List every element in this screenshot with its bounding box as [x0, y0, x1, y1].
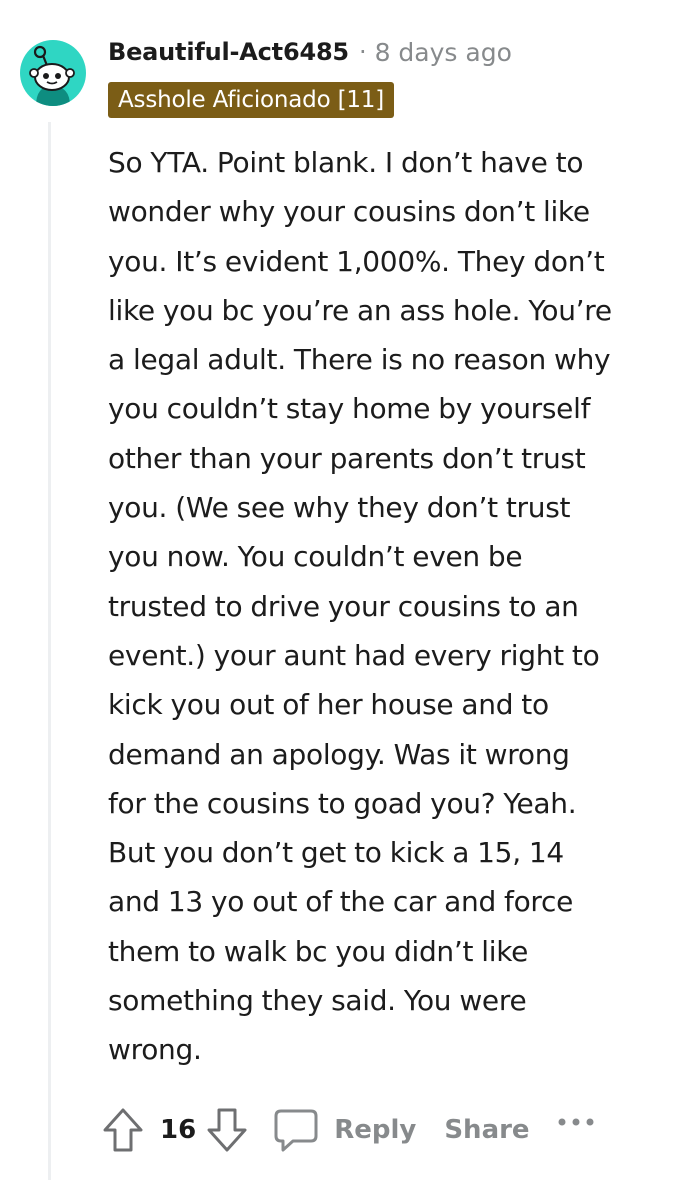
author-username[interactable]: Beautiful-Act6485 [108, 38, 349, 66]
comment-body-line: But you don’t get to kick a 15, 14 [108, 836, 564, 870]
comment-body-line: a legal adult. There is no reason why [108, 343, 611, 377]
comment-body: So YTA. Point blank. I don’t have to wond… [108, 138, 688, 1075]
comment-body-line: demand an apology. Was it wrong [108, 737, 570, 771]
upvote-arrow-icon[interactable] [100, 1105, 146, 1155]
ellipsis-icon[interactable] [556, 1102, 596, 1142]
comment-body-line: you. It’s evident 1,000%. They don’t [108, 244, 605, 278]
comment-body-line: them to walk bc you didn’t like [108, 934, 529, 968]
comment-header: Beautiful-Act6485 · 8 days ago [108, 30, 512, 74]
comment-timestamp[interactable]: 8 days ago [375, 38, 512, 67]
user-flair: Asshole Aficionado [11] [108, 82, 394, 118]
comment-body-line: trusted to drive your cousins to an [108, 589, 579, 623]
comment-actions: 16 Reply Share [100, 1100, 596, 1160]
comment-body-line: you now. You couldn’t even be [108, 540, 523, 574]
comment-body-line: event.) your aunt had every right to [108, 638, 600, 672]
downvote-arrow-icon[interactable] [204, 1105, 250, 1155]
share-button[interactable]: Share [444, 1115, 529, 1145]
comment-body-line: other than your parents don’t trust [108, 441, 586, 475]
comment-body-line: kick you out of her house and to [108, 688, 549, 722]
speech-bubble-icon[interactable] [272, 1105, 320, 1155]
comment-body-line: wrong. [108, 1033, 202, 1067]
snoo-avatar-icon [29, 45, 75, 106]
comment-body-line: So YTA. Point blank. I don’t have to [108, 146, 584, 179]
separator-dot: · [358, 38, 367, 66]
comment-body-line: like you bc you’re an ass hole. You’re [108, 293, 612, 327]
thread-line[interactable] [48, 122, 51, 1180]
comment-body-line: something they said. You were [108, 984, 527, 1018]
comment-body-line: and 13 yo out of the car and force [108, 885, 574, 919]
comment-body-line: wonder why your cousins don’t like [108, 195, 590, 229]
reply-button[interactable]: Reply [334, 1115, 416, 1145]
comment-body-line: for the cousins to goad you? Yeah. [108, 786, 577, 820]
comment-body-line: you couldn’t stay home by yourself [108, 392, 591, 426]
vote-score: 16 [160, 1115, 197, 1145]
comment-body-line: you. (We see why they don’t trust [108, 491, 571, 525]
avatar[interactable] [20, 40, 86, 106]
